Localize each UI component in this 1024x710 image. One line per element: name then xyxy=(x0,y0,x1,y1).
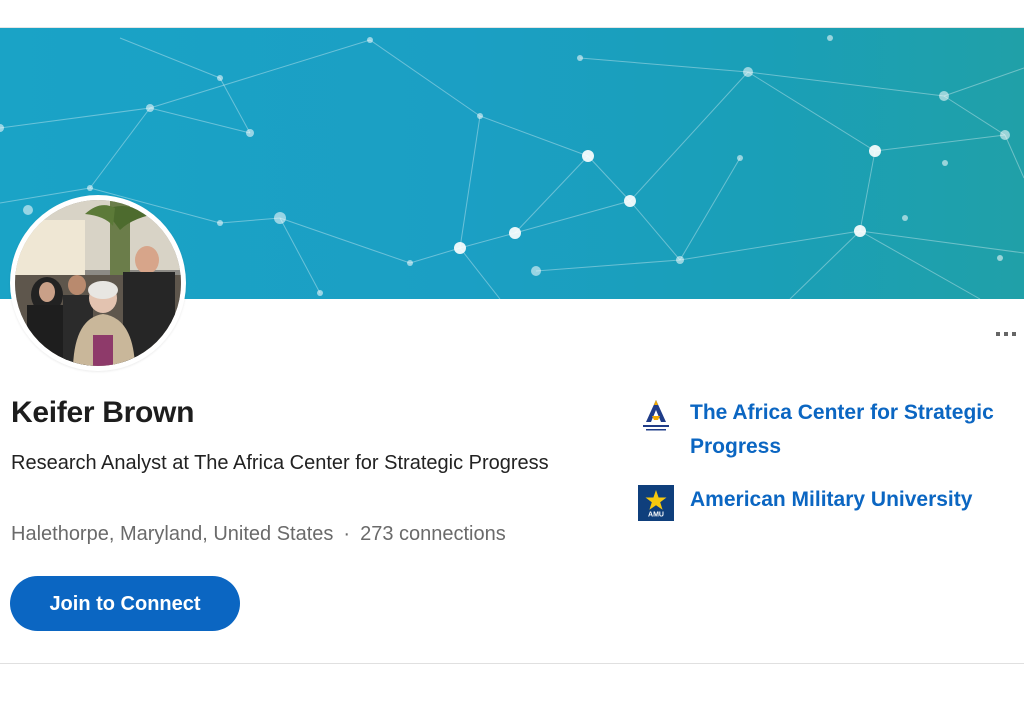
org-item-africa-center[interactable]: The Africa Center for Strategic Progress xyxy=(638,396,1018,464)
profile-photo xyxy=(15,200,181,366)
svg-text:AMU: AMU xyxy=(648,512,664,519)
profile-name: Keifer Brown xyxy=(11,396,195,429)
bottom-divider xyxy=(0,663,1024,664)
profile-headline: Research Analyst at The Africa Center fo… xyxy=(11,452,549,474)
org-name-american-military-university[interactable]: American Military University xyxy=(690,483,972,517)
profile-location: Halethorpe, Maryland, United States xyxy=(11,523,334,545)
ellipsis-icon xyxy=(996,332,1000,337)
meta-separator: · xyxy=(343,523,351,545)
profile-avatar[interactable] xyxy=(10,195,186,371)
org-name-africa-center[interactable]: The Africa Center for Strategic Progress xyxy=(690,396,1018,464)
org-item-american-military-university[interactable]: AMU American Military University xyxy=(638,483,1018,521)
join-to-connect-button[interactable]: Join to Connect xyxy=(10,576,240,631)
profile-page: Keifer Brown Research Analyst at The Afr… xyxy=(0,0,1024,710)
africa-center-logo xyxy=(638,398,674,434)
more-options-button[interactable] xyxy=(996,325,1024,341)
profile-connections: 273 connections xyxy=(360,523,506,545)
profile-meta: Halethorpe, Maryland, United States · 273 … xyxy=(11,523,506,546)
amu-logo: AMU xyxy=(638,485,674,521)
